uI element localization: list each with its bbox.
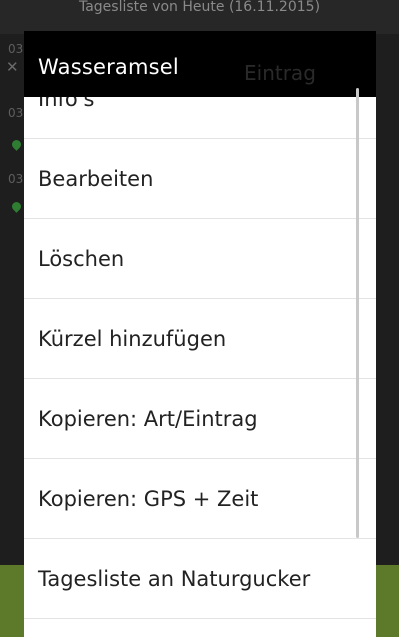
x-icon: ✕	[6, 58, 19, 76]
menu-item-label: Tagesliste an Naturgucker	[38, 567, 311, 591]
background-bottom-button-right	[376, 565, 399, 637]
menu-item-label: Kürzel hinzufügen	[38, 327, 227, 351]
menu-item-kopieren-gps-zeit[interactable]: Kopieren: GPS + Zeit	[24, 459, 376, 539]
menu-item-label: Bearbeiten	[38, 167, 154, 191]
context-menu-dialog: Eintrag Wasseramsel Info's Bearbeiten Lö…	[24, 31, 376, 637]
menu-list[interactable]: Info's Bearbeiten Löschen Kürzel hinzufü…	[24, 97, 376, 637]
background-title: Tagesliste von Heute (16.11.2015)	[78, 0, 321, 15]
background-row-time: 03	[8, 106, 24, 120]
background-bottom-button-left	[0, 565, 24, 637]
menu-item-label: Info's	[38, 97, 95, 111]
menu-item-infos[interactable]: Info's	[24, 97, 376, 139]
menu-item-label: Löschen	[38, 247, 125, 271]
menu-item-loeschen[interactable]: Löschen	[24, 219, 376, 299]
menu-scrollbar[interactable]	[356, 88, 359, 538]
background-title-bar: Tagesliste von Heute (16.11.2015)	[0, 0, 399, 34]
dialog-title: Wasseramsel	[38, 55, 179, 79]
dialog-header: Eintrag Wasseramsel	[24, 31, 376, 97]
menu-item-kopieren-art-eintrag[interactable]: Kopieren: Art/Eintrag	[24, 379, 376, 459]
menu-item-bearbeiten[interactable]: Bearbeiten	[24, 139, 376, 219]
menu-item-label: Kopieren: Art/Eintrag	[38, 407, 258, 431]
background-row-time: 03	[8, 172, 24, 186]
menu-item-label: Kopieren: GPS + Zeit	[38, 487, 259, 511]
map-pin-icon	[10, 200, 23, 213]
dialog-ghost-text: Eintrag	[244, 61, 316, 85]
menu-item-kuerzel-hinzufuegen[interactable]: Kürzel hinzufügen	[24, 299, 376, 379]
menu-item-tagesliste-naturgucker[interactable]: Tagesliste an Naturgucker	[24, 539, 376, 619]
background-row-time: 03	[8, 42, 24, 56]
map-pin-icon	[10, 138, 23, 151]
